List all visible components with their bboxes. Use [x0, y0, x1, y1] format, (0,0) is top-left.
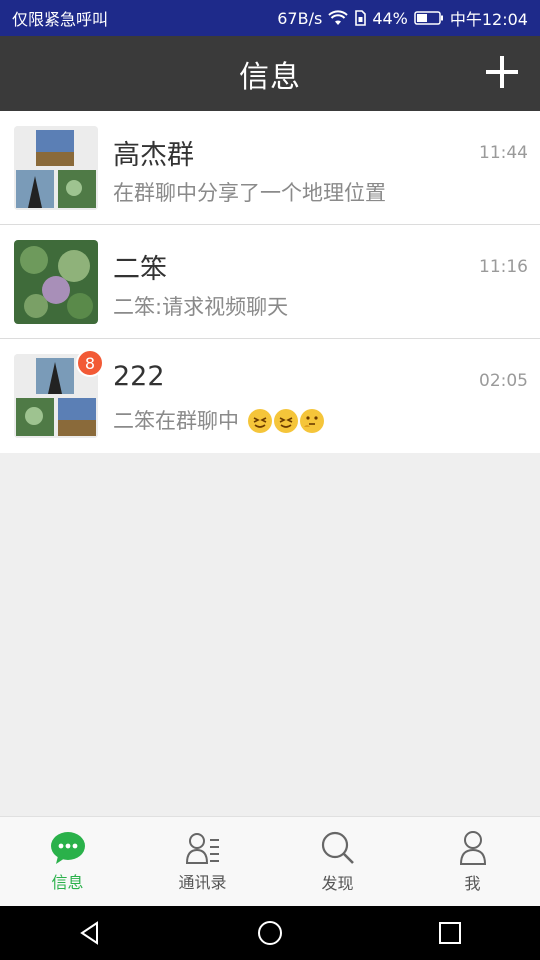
battery-icon — [414, 11, 444, 25]
back-button[interactable] — [60, 906, 120, 960]
search-icon — [321, 831, 354, 864]
conversation-time: 11:16 — [479, 257, 528, 277]
tab-contacts[interactable]: 通讯录 — [135, 817, 270, 906]
clock: 中午12:04 — [449, 10, 528, 29]
contact-avatar — [14, 240, 98, 324]
tab-label: 我 — [464, 873, 481, 893]
home-icon — [258, 921, 282, 945]
tab-label: 信息 — [51, 872, 84, 892]
recents-button[interactable] — [420, 906, 480, 960]
system-navigation-bar — [0, 906, 540, 960]
grinning-squint-emoji — [247, 409, 272, 433]
conversation-row[interactable]: 二笨 11:16 二笨:请求视频聊天 — [0, 225, 540, 339]
conversation-preview: 二笨在群聊中 — [113, 405, 324, 435]
conversation-preview: 二笨:请求视频聊天 — [113, 295, 289, 319]
group-avatar — [14, 126, 98, 210]
unread-badge: 8 — [76, 349, 104, 377]
person-icon — [459, 830, 486, 865]
wifi-icon — [328, 10, 349, 26]
conversation-list: 高杰群 11:44 在群聊中分享了一个地理位置 二笨 11:16 二笨:请求视频… — [0, 111, 540, 453]
conversation-name: 222 — [113, 361, 165, 392]
conversation-row[interactable]: 高杰群 11:44 在群聊中分享了一个地理位置 — [0, 111, 540, 225]
sim-icon — [354, 10, 367, 26]
grinning-squint-emoji — [273, 409, 298, 433]
app-header: 信息 — [0, 36, 540, 111]
emergency-calls-text: 仅限紧急呼叫 — [12, 10, 109, 29]
conversation-name: 高杰群 — [113, 140, 194, 171]
bottom-navigation: 信息 通讯录 发现 我 — [0, 816, 540, 906]
conversation-name: 二笨 — [113, 254, 167, 285]
back-icon — [80, 921, 98, 945]
thinking-emoji — [299, 409, 324, 433]
battery-percent: 44% — [372, 8, 408, 28]
preview-text: 二笨在群聊中 — [113, 409, 239, 433]
add-button[interactable] — [482, 52, 522, 92]
conversation-time: 02:05 — [479, 371, 528, 391]
conversation-time: 11:44 — [479, 143, 528, 163]
network-speed: 67B/s — [277, 8, 323, 28]
status-bar: 仅限紧急呼叫 67B/s 44% 中午12:04 — [0, 0, 540, 36]
contacts-icon — [185, 832, 219, 864]
recents-icon — [439, 922, 461, 944]
page-title: 信息 — [239, 59, 301, 95]
conversation-row[interactable]: 8 222 02:05 二笨在群聊中 — [0, 339, 540, 453]
tab-label: 发现 — [321, 873, 354, 893]
home-button[interactable] — [240, 906, 300, 960]
tab-messages[interactable]: 信息 — [0, 817, 135, 906]
chat-bubble-icon — [50, 831, 85, 864]
tab-label: 通讯录 — [178, 872, 227, 892]
plus-icon — [486, 56, 518, 88]
tab-me[interactable]: 我 — [405, 817, 540, 906]
conversation-preview: 在群聊中分享了一个地理位置 — [113, 181, 386, 205]
tab-discover[interactable]: 发现 — [270, 817, 405, 906]
